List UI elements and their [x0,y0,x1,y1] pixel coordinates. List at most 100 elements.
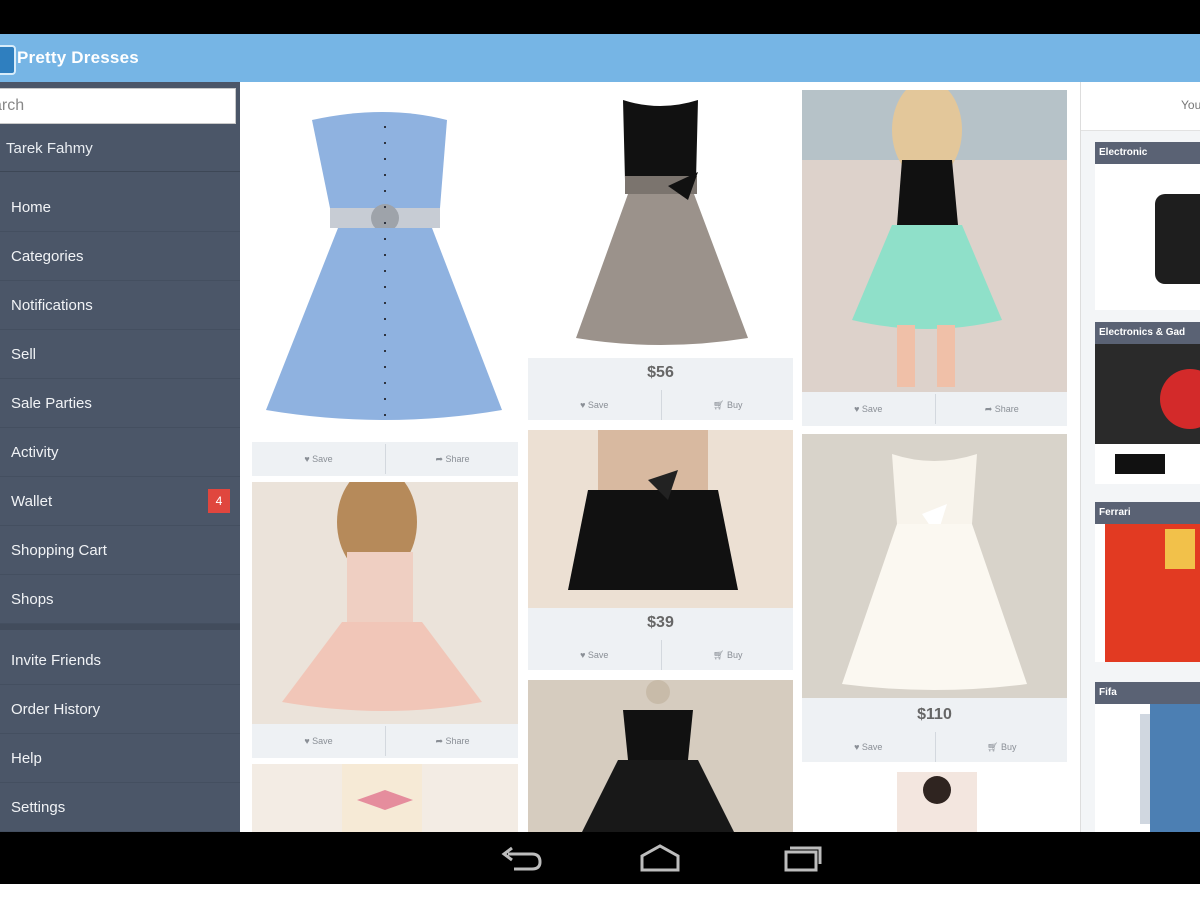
product-price: $39 [647,614,674,631]
product-card[interactable] [802,772,1067,832]
category-label: Electronics & Gad [1095,322,1200,344]
product-image[interactable] [252,482,518,724]
recommendations-panel: You Electronic Electronics & Gad Ferrari… [1080,82,1200,832]
category-card-fifa[interactable]: Fifa [1095,682,1200,832]
category-label: Fifa [1095,682,1200,704]
buy-button[interactable]: 🛒︎ Buy [660,390,795,420]
save-label: Save [587,400,609,410]
save-button[interactable]: ♥ Save [802,732,935,762]
user-profile[interactable]: Tarek Fahmy [0,126,240,172]
nav-item-order-history[interactable]: Order History [0,685,240,734]
share-label: Share [994,404,1019,414]
save-label: Save [861,742,883,752]
save-label: Save [861,404,883,414]
share-button[interactable]: ➦ Share [934,394,1069,424]
save-button[interactable]: ♥ Save [528,640,661,670]
action-bar: Pretty Dresses [0,34,1200,82]
product-image[interactable] [252,764,518,832]
save-label: Save [312,454,333,464]
nav-item-wallet[interactable]: Wallet 4 [0,477,240,526]
product-card[interactable] [528,680,793,832]
category-label: Ferrari [1095,502,1200,524]
buy-label: Buy [726,650,743,660]
card-actions: ♥ Save 🛒︎ Buy [802,732,1067,762]
product-image[interactable] [252,90,518,442]
nav-item-label: Categories [11,248,84,265]
product-image[interactable] [802,772,1067,832]
save-button[interactable]: ♥ Save [252,444,385,474]
nav-item-label: Sale Parties [11,395,92,412]
share-button[interactable]: ➦ Share [385,726,519,756]
system-navigation-bar [0,832,1200,884]
drawer-divider [0,624,240,630]
cart-icon: 🛒︎ [713,400,725,410]
home-button[interactable] [630,838,690,878]
app-title: Pretty Dresses [17,48,139,67]
product-image[interactable] [802,90,1067,392]
recommendations-header: You [1081,82,1200,131]
nav-item-label: Wallet [11,493,53,510]
recommendations-title: You [1181,98,1200,112]
category-card-electronics-gadgets[interactable]: Electronics & Gad [1095,322,1200,484]
save-button[interactable]: ♥ Save [528,390,661,420]
product-card[interactable]: $39 ♥ Save 🛒︎ Buy [528,430,793,670]
navigation-drawer: Tarek Fahmy Home Categories Notification… [0,82,240,832]
card-actions: ♥ Save ➦ Share [252,444,518,474]
save-button[interactable]: ♥ Save [802,394,935,424]
nav-item-label: Activity [11,444,59,461]
product-card[interactable]: ♥ Save ➦ Share [252,482,518,758]
buy-label: Buy [1000,742,1017,752]
wallet-count-badge: 4 [208,489,230,513]
search-input[interactable] [0,89,235,123]
product-card[interactable]: $110 ♥ Save 🛒︎ Buy [802,434,1067,762]
nav-item-label: Settings [11,799,66,816]
nav-item-activity[interactable]: Activity [0,428,240,477]
nav-item-help[interactable]: Help [0,734,240,783]
buy-label: Buy [726,400,743,410]
product-price: $110 [917,706,952,723]
product-image[interactable] [528,680,793,832]
nav-item-label: Shops [11,591,54,608]
product-card[interactable]: ♥ Save ➦ Share [802,90,1067,426]
recents-button[interactable] [772,838,832,878]
nav-item-shops[interactable]: Shops [0,575,240,624]
nav-item-sell[interactable]: Sell [0,330,240,379]
share-icon: ➦ [984,404,993,414]
category-card-ferrari[interactable]: Ferrari [1095,502,1200,662]
search-field[interactable] [0,88,236,124]
nav-item-label: Order History [11,701,101,718]
nav-item-invite-friends[interactable]: Invite Friends [0,636,240,685]
product-card[interactable]: $56 ♥ Save 🛒︎ Buy [528,90,793,420]
product-price: $56 [647,364,674,381]
back-button[interactable] [490,838,550,878]
card-actions: ♥ Save 🛒︎ Buy [528,390,793,420]
bottom-margin [0,884,1200,900]
share-button[interactable]: ➦ Share [385,444,519,474]
card-actions: ♥ Save ➦ Share [802,394,1067,424]
product-image[interactable] [528,430,793,608]
category-card-electronic[interactable]: Electronic [1095,142,1200,310]
nav-item-label: Shopping Cart [11,542,107,559]
save-button[interactable]: ♥ Save [252,726,385,756]
cart-icon: 🛒︎ [713,650,725,660]
nav-item-sale-parties[interactable]: Sale Parties [0,379,240,428]
nav-item-settings[interactable]: Settings [0,783,240,832]
product-image[interactable] [802,434,1067,698]
buy-button[interactable]: 🛒︎ Buy [934,732,1069,762]
category-label: Electronic [1095,142,1200,164]
nav-item-categories[interactable]: Categories [0,232,240,281]
product-card[interactable]: ♥ Save ➦ Share [252,90,518,476]
save-label: Save [587,650,609,660]
product-image[interactable] [528,90,793,358]
product-card[interactable] [252,764,518,832]
heart-icon: ♥ [580,400,586,410]
nav-item-shopping-cart[interactable]: Shopping Cart [0,526,240,575]
card-actions: ♥ Save 🛒︎ Buy [528,640,793,670]
app-logo-icon[interactable] [0,45,16,75]
nav-item-home[interactable]: Home [0,183,240,232]
buy-button[interactable]: 🛒︎ Buy [660,640,795,670]
nav-item-label: Sell [11,346,37,363]
heart-icon: ♥ [304,736,310,746]
nav-item-notifications[interactable]: Notifications [0,281,240,330]
nav-item-label: Home [11,199,52,216]
